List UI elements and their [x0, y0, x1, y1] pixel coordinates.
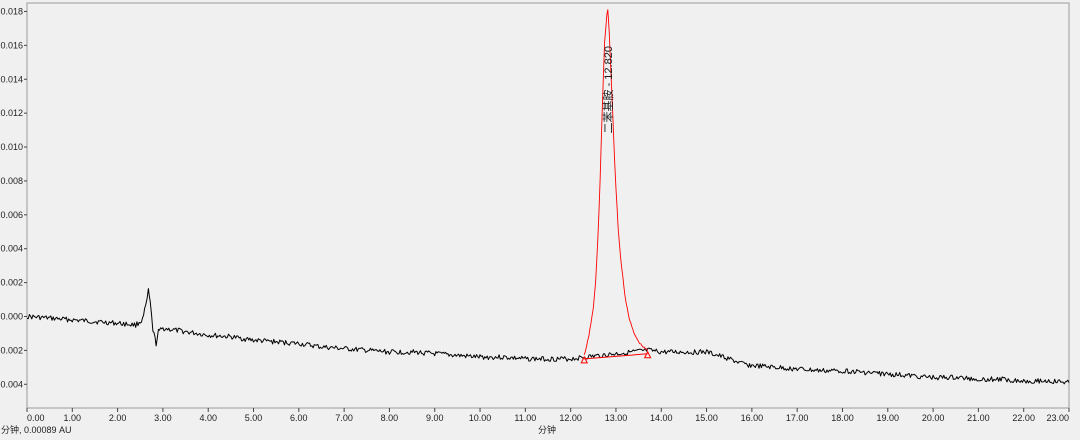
y-tick-label: 0.014 — [0, 74, 23, 84]
y-tick-label: 0.018 — [0, 6, 23, 16]
x-tick-label: 12.00 — [559, 413, 582, 423]
plot-area-frame — [26, 2, 1070, 409]
x-axis-title: 分钟 — [538, 424, 556, 435]
chromatogram-chart: -0.004 -0.002 0.000 0.002 0.004 0.006 0.008 0.0… — [0, 0, 1080, 435]
x-tick-label: 14.00 — [650, 413, 673, 423]
x-tick-label: 2.00 — [109, 413, 127, 423]
x-tick-label: 18.00 — [831, 413, 854, 423]
cursor-readout: 分钟, 0.00089 AU — [1, 424, 72, 435]
annotation-layer: 二苯基胺 - 12.820 — [601, 46, 615, 133]
x-tick-label: 6.00 — [290, 413, 308, 423]
x-tick-label: 15.00 — [695, 413, 718, 423]
y-tick-label: 0.008 — [0, 176, 23, 186]
x-tick-label: 3.00 — [154, 413, 172, 423]
x-tick-label: 5.00 — [245, 413, 263, 423]
x-tick-label: 16.00 — [741, 413, 764, 423]
x-tick-label: 8.00 — [381, 413, 399, 423]
x-tick-label: 10.00 — [469, 413, 492, 423]
x-tick-label: 21.00 — [967, 413, 990, 423]
y-tick-label: 0.002 — [0, 278, 23, 288]
x-tick-label: 19.00 — [877, 413, 900, 423]
x-tick-label: 0.00 — [27, 413, 45, 423]
y-tick-label: 0.012 — [0, 108, 23, 118]
x-axis: 0.00 1.00 2.00 3.00 4.00 5.00 6.00 7.00 8.00 9.00… — [26, 408, 1070, 423]
y-axis: -0.004 -0.002 0.000 0.002 0.004 0.006 0.008 0.0… — [0, 6, 27, 389]
y-tick-label: 0.006 — [0, 210, 23, 220]
peak-annotation-label: 二苯基胺 - 12.820 — [601, 46, 615, 133]
y-tick-label: -0.002 — [0, 345, 23, 355]
x-tick-label: 13.00 — [605, 413, 628, 423]
x-tick-label: 20.00 — [922, 413, 945, 423]
y-tick-label: 0.016 — [0, 40, 23, 50]
y-tick-label: 0.000 — [0, 311, 23, 321]
x-tick-label: 9.00 — [426, 413, 444, 423]
x-tick-label: 22.00 — [1012, 413, 1035, 423]
x-tick-label: 17.00 — [786, 413, 809, 423]
x-tick-label: 11.00 — [514, 413, 536, 423]
y-tick-label: 0.004 — [0, 244, 23, 254]
x-tick-label: 7.00 — [335, 413, 353, 423]
y-tick-label: -0.004 — [0, 379, 23, 389]
y-tick-label: 0.010 — [0, 142, 23, 152]
chart-svg: -0.004 -0.002 0.000 0.002 0.004 0.006 0.008 0.0… — [0, 2, 1070, 435]
x-tick-label: 1.00 — [64, 413, 82, 423]
x-tick-label: 4.00 — [199, 413, 217, 423]
x-tick-label: 23.00 — [1046, 413, 1069, 423]
